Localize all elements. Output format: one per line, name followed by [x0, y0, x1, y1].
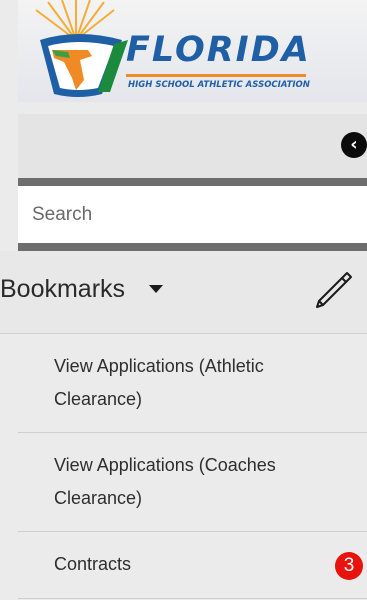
search-input[interactable] — [18, 186, 367, 243]
logo-wordmark: FLORIDA — [126, 30, 311, 70]
menu-item-label: View Applications (Coaches Clearance) — [54, 455, 276, 508]
menu-item-contracts[interactable]: Contracts 3 — [18, 532, 367, 599]
pencil-icon[interactable] — [311, 269, 355, 313]
bookmarks-dropdown[interactable]: Bookmarks — [0, 275, 125, 304]
menu-item-view-applications-athletic[interactable]: View Applications (Athletic Clearance) — [18, 334, 367, 433]
sidebar-collapse-bar: ‹ — [18, 114, 367, 178]
bookmarks-header: Bookmarks — [0, 251, 367, 334]
search-box — [18, 186, 367, 243]
menu-item-label: View Applications (Athletic Clearance) — [54, 356, 264, 409]
menu-item-view-applications-coaches[interactable]: View Applications (Coaches Clearance) — [18, 433, 367, 532]
caret-down-icon[interactable] — [149, 285, 163, 293]
menu-item-label: Contracts — [54, 554, 132, 574]
chevron-left-icon[interactable]: ‹ — [341, 132, 367, 158]
divider — [18, 243, 367, 251]
divider — [18, 178, 367, 186]
logo-underline — [126, 74, 306, 77]
logo-tagline: HIGH SCHOOL ATHLETIC ASSOCIATION — [128, 80, 310, 90]
header-logo-area: FLORIDA HIGH SCHOOL ATHLETIC ASSOCIATION — [18, 0, 367, 102]
notification-badge: 3 — [335, 552, 363, 580]
